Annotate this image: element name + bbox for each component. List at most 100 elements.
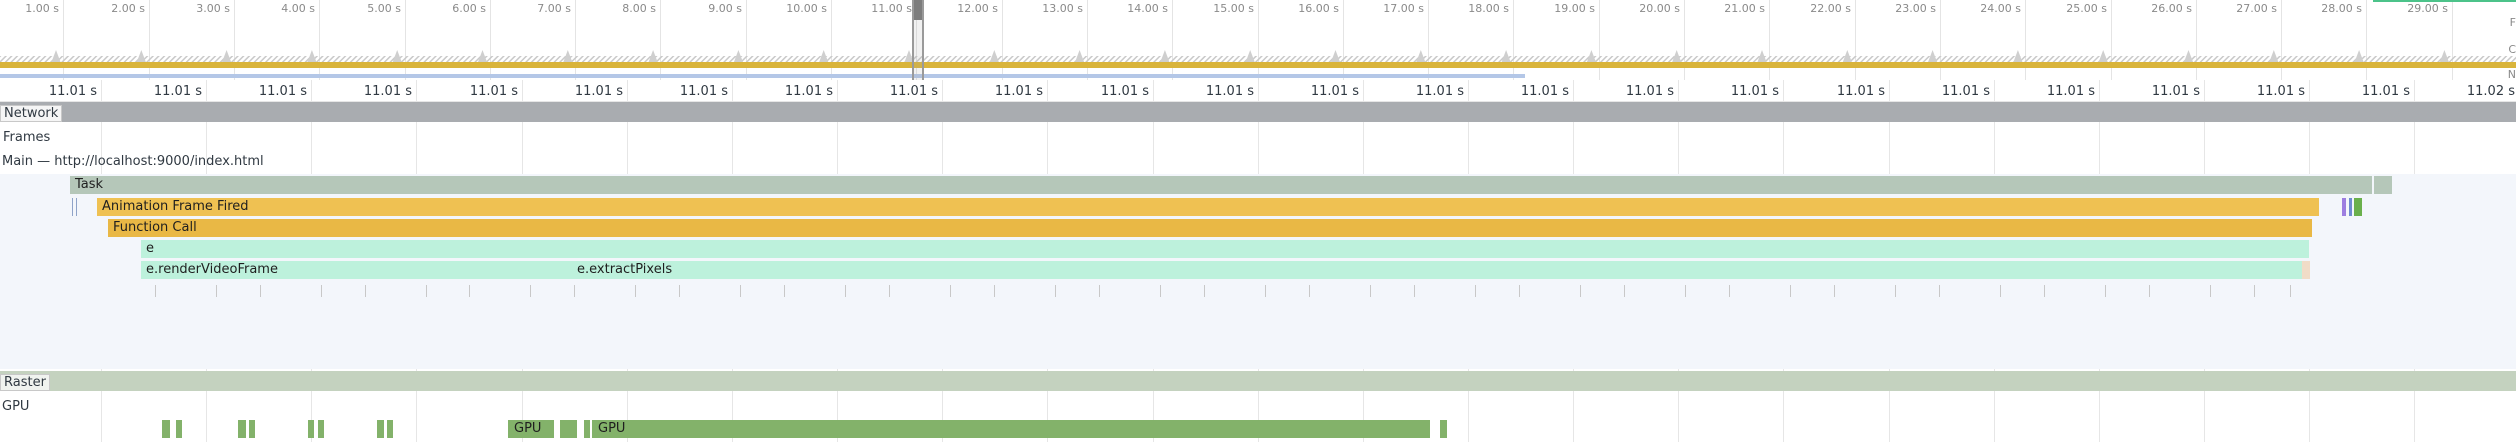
event-task-label: Task — [75, 177, 104, 192]
sub-event-tick[interactable] — [1414, 285, 1415, 297]
event-animation-frame-fired[interactable]: Animation Frame Fired — [97, 198, 2319, 216]
event-func-label: Function Call — [113, 220, 197, 235]
sub-event-tick[interactable] — [1309, 285, 1310, 297]
event-extract-pixels[interactable]: e.extractPixels — [572, 261, 872, 279]
ruler-time-label: 11.01 s — [784, 84, 833, 99]
sub-event-tick[interactable] — [950, 285, 951, 297]
ruler-time-label: 11.02 s — [2466, 84, 2515, 99]
sub-event-tick[interactable] — [260, 285, 261, 297]
frames-track[interactable]: Frames — [0, 128, 2516, 148]
frames-track-title[interactable]: Frames — [0, 130, 53, 145]
sub-event-tick[interactable] — [635, 285, 636, 297]
sub-event-tick[interactable] — [1790, 285, 1791, 297]
event-mark-blue[interactable] — [2349, 198, 2352, 216]
event-mark — [72, 198, 73, 216]
overview-time-label: 26.00 s — [2151, 2, 2192, 15]
gpu-event-b[interactable]: GPU — [592, 420, 1430, 438]
sub-event-tick[interactable] — [365, 285, 366, 297]
overview-tick — [1258, 0, 1259, 80]
gpu-event[interactable] — [387, 420, 393, 438]
overview-tick — [1428, 0, 1429, 80]
event-function-call[interactable]: Function Call — [108, 219, 2312, 237]
gpu-event-b-label: GPU — [598, 421, 626, 436]
sub-event-tick[interactable] — [1370, 285, 1371, 297]
overview-time-label: 25.00 s — [2066, 2, 2107, 15]
overview-tick — [319, 0, 320, 80]
sub-event-tick[interactable] — [845, 285, 846, 297]
gpu-event[interactable] — [249, 420, 255, 438]
raster-track-title[interactable]: Raster — [0, 374, 50, 391]
sub-event-tick[interactable] — [216, 285, 217, 297]
overview-tick — [831, 0, 832, 80]
ruler-time-label: 11.01 s — [1730, 84, 1779, 99]
event-task[interactable]: Task — [70, 176, 2372, 194]
sub-event-tick[interactable] — [2254, 285, 2255, 297]
sub-event-tick[interactable] — [1099, 285, 1100, 297]
overview-time-label: 29.00 s — [2407, 2, 2448, 15]
gpu-event[interactable] — [560, 420, 577, 438]
sub-event-tick[interactable] — [679, 285, 680, 297]
gpu-event[interactable] — [238, 420, 246, 438]
event-mark-purple[interactable] — [2342, 198, 2346, 216]
sub-event-tick[interactable] — [1834, 285, 1835, 297]
gpu-event[interactable] — [308, 420, 314, 438]
sub-event-tick[interactable] — [1685, 285, 1686, 297]
event-render-video-frame[interactable]: e.renderVideoFrame — [141, 261, 2309, 279]
gpu-event[interactable] — [176, 420, 182, 438]
sub-event-tick[interactable] — [1580, 285, 1581, 297]
ruler-time-label: 11.01 s — [1415, 84, 1464, 99]
selection-handle[interactable] — [914, 0, 922, 20]
sub-event-tick[interactable] — [2290, 285, 2291, 297]
gpu-event[interactable] — [318, 420, 324, 438]
ruler-time-label: 11.01 s — [2151, 84, 2200, 99]
overview-time-label: 28.00 s — [2321, 2, 2362, 15]
sub-event-tick[interactable] — [1729, 285, 1730, 297]
sub-event-tick[interactable] — [2149, 285, 2150, 297]
event-task-small[interactable] — [2374, 176, 2392, 194]
event-e[interactable]: e — [141, 240, 2309, 258]
gpu-event[interactable] — [584, 420, 590, 438]
sub-event-tick[interactable] — [155, 285, 156, 297]
sub-event-tick[interactable] — [1519, 285, 1520, 297]
main-track-title[interactable]: Main — http://localhost:9000/index.html — [0, 154, 264, 169]
sub-event-tick[interactable] — [2105, 285, 2106, 297]
sub-event-tick[interactable] — [740, 285, 741, 297]
sub-event-tick[interactable] — [321, 285, 322, 297]
sub-event-tick[interactable] — [2210, 285, 2211, 297]
sub-event-tick[interactable] — [469, 285, 470, 297]
raster-track[interactable]: Raster — [0, 371, 2516, 391]
sub-event-tick[interactable] — [574, 285, 575, 297]
sub-event-tick[interactable] — [1475, 285, 1476, 297]
sub-event-tick[interactable] — [2000, 285, 2001, 297]
event-mark — [76, 198, 77, 216]
gpu-event[interactable] — [377, 420, 384, 438]
sub-event-tick[interactable] — [1895, 285, 1896, 297]
sub-event-tick[interactable] — [426, 285, 427, 297]
sub-event-tick[interactable] — [889, 285, 890, 297]
sub-event-tick[interactable] — [1160, 285, 1161, 297]
event-mark-green[interactable] — [2354, 198, 2362, 216]
gpu-track-title[interactable]: GPU — [0, 399, 29, 414]
ruler-time-label: 11.01 s — [1941, 84, 1990, 99]
gpu-event[interactable] — [162, 420, 170, 438]
network-track-title[interactable]: Network — [0, 105, 63, 122]
sub-event-tick[interactable] — [994, 285, 995, 297]
sub-event-tick[interactable] — [1055, 285, 1056, 297]
sub-event-tick[interactable] — [2044, 285, 2045, 297]
overview-time-label: 23.00 s — [1895, 2, 1936, 15]
ruler-time-label: 11.01 s — [574, 84, 623, 99]
sub-event-tick[interactable] — [530, 285, 531, 297]
network-track[interactable]: Network — [0, 102, 2516, 122]
gpu-event-a[interactable]: GPU — [508, 420, 554, 438]
sub-event-tick[interactable] — [1624, 285, 1625, 297]
sub-event-tick[interactable] — [1204, 285, 1205, 297]
gpu-event[interactable] — [1440, 420, 1447, 438]
network-activity-strip — [0, 74, 1525, 78]
sub-event-tick[interactable] — [784, 285, 785, 297]
sub-event-tick[interactable] — [1265, 285, 1266, 297]
sub-event-tick[interactable] — [1939, 285, 1940, 297]
overview-time-label: 15.00 s — [1213, 2, 1254, 15]
overview-tick — [405, 0, 406, 80]
overview-time-label: 5.00 s — [367, 2, 401, 15]
timeline-overview[interactable]: 1.00 s 2.00 s 3.00 s 4.00 s 5.00 s 6.00 s 7.00… — [0, 0, 2516, 81]
